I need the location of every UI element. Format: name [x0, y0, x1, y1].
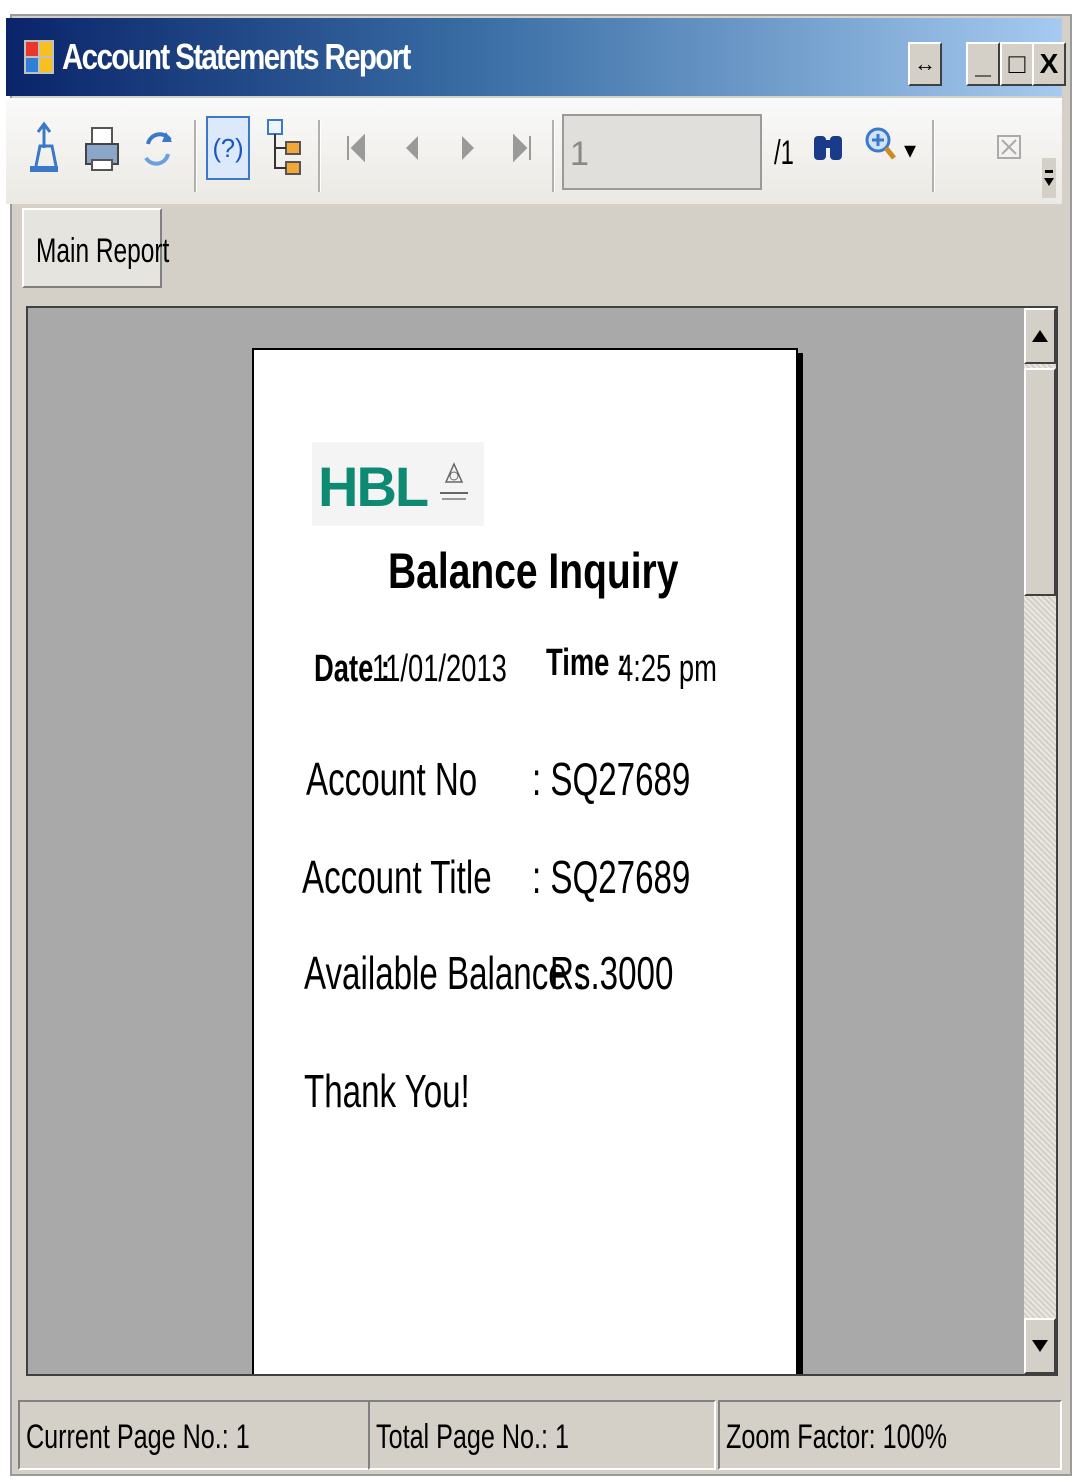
first-page-icon[interactable]: [334, 116, 378, 180]
account-title-value: : SQ27689: [532, 851, 691, 903]
toolbar-separator: [318, 120, 321, 192]
close-button[interactable]: X: [1032, 42, 1066, 86]
page-total-label: /1: [774, 134, 794, 172]
page-number-input[interactable]: 1: [562, 114, 762, 190]
toolbar: (?) 1 /1 ▾: [6, 98, 1062, 204]
zoom-dropdown-arrow[interactable]: ▾: [904, 136, 916, 165]
seal-icon: [440, 462, 468, 500]
status-total-page: Total Page No.: 1: [368, 1400, 716, 1470]
vertical-scrollbar[interactable]: [1024, 308, 1056, 1374]
window-title: Account Statements Report: [62, 36, 411, 77]
arrow-down-icon: [1032, 1340, 1048, 1352]
date-value: 11/01/2013: [372, 648, 507, 690]
refresh-icon[interactable]: [136, 116, 180, 180]
scroll-up-button[interactable]: [1024, 308, 1056, 364]
app-icon: [24, 40, 54, 74]
scroll-thumb[interactable]: [1024, 368, 1056, 596]
maximize-button[interactable]: □: [1000, 42, 1034, 86]
minimize-button[interactable]: _: [966, 42, 1000, 86]
title-bar[interactable]: Account Statements Report ↔ _ □ X: [6, 18, 1066, 96]
account-no-value: : SQ27689: [532, 753, 691, 805]
account-title-label: Account Title: [302, 851, 492, 903]
arrow-up-icon: [1032, 330, 1048, 342]
print-icon[interactable]: [80, 116, 124, 180]
report-page: HBL Balance Inquiry Date : 11/01/2013 Ti…: [252, 348, 798, 1374]
status-bar: Current Page No.: 1 Total Page No.: 1 Zo…: [14, 1396, 1064, 1476]
report-viewer[interactable]: HBL Balance Inquiry Date : 11/01/2013 Ti…: [26, 306, 1058, 1376]
status-current-page: Current Page No.: 1: [18, 1400, 370, 1470]
group-tree-icon[interactable]: [264, 116, 308, 180]
time-label: Time :: [546, 642, 627, 684]
total-page-text: Total Page No.: 1: [376, 1418, 570, 1456]
help-icon[interactable]: (?): [206, 116, 250, 180]
find-icon[interactable]: [806, 116, 850, 180]
prev-page-icon[interactable]: [390, 116, 434, 180]
balance-label: Available Balance :: [304, 947, 586, 999]
tab-label: Main Report: [36, 232, 170, 270]
scroll-down-button[interactable]: [1024, 1318, 1056, 1374]
balance-value: Rs.3000: [550, 947, 674, 999]
current-page-text: Current Page No.: 1: [26, 1418, 250, 1456]
export-icon[interactable]: [22, 116, 66, 180]
tab-main-report[interactable]: Main Report: [22, 208, 169, 288]
last-page-icon[interactable]: [500, 116, 544, 180]
close-view-icon[interactable]: [986, 116, 1030, 180]
next-page-icon[interactable]: [446, 116, 490, 180]
account-no-label: Account No: [306, 753, 478, 805]
hbl-logo-text: HBL: [318, 455, 429, 518]
svg-text:(?): (?): [212, 135, 243, 163]
time-value: 4:25 pm: [618, 648, 717, 690]
toolbar-overflow-icon[interactable]: [1042, 158, 1056, 198]
status-zoom: Zoom Factor: 100%: [718, 1400, 1062, 1470]
bank-logo: HBL: [312, 442, 484, 526]
zoom-text: Zoom Factor: 100%: [726, 1418, 947, 1456]
resize-button[interactable]: ↔: [908, 42, 942, 86]
toolbar-separator: [552, 120, 555, 192]
zoom-icon[interactable]: [860, 116, 904, 180]
report-title: Balance Inquiry: [388, 543, 679, 599]
closing-text: Thank You!: [304, 1065, 470, 1117]
toolbar-separator: [194, 120, 197, 192]
toolbar-separator: [932, 120, 935, 192]
